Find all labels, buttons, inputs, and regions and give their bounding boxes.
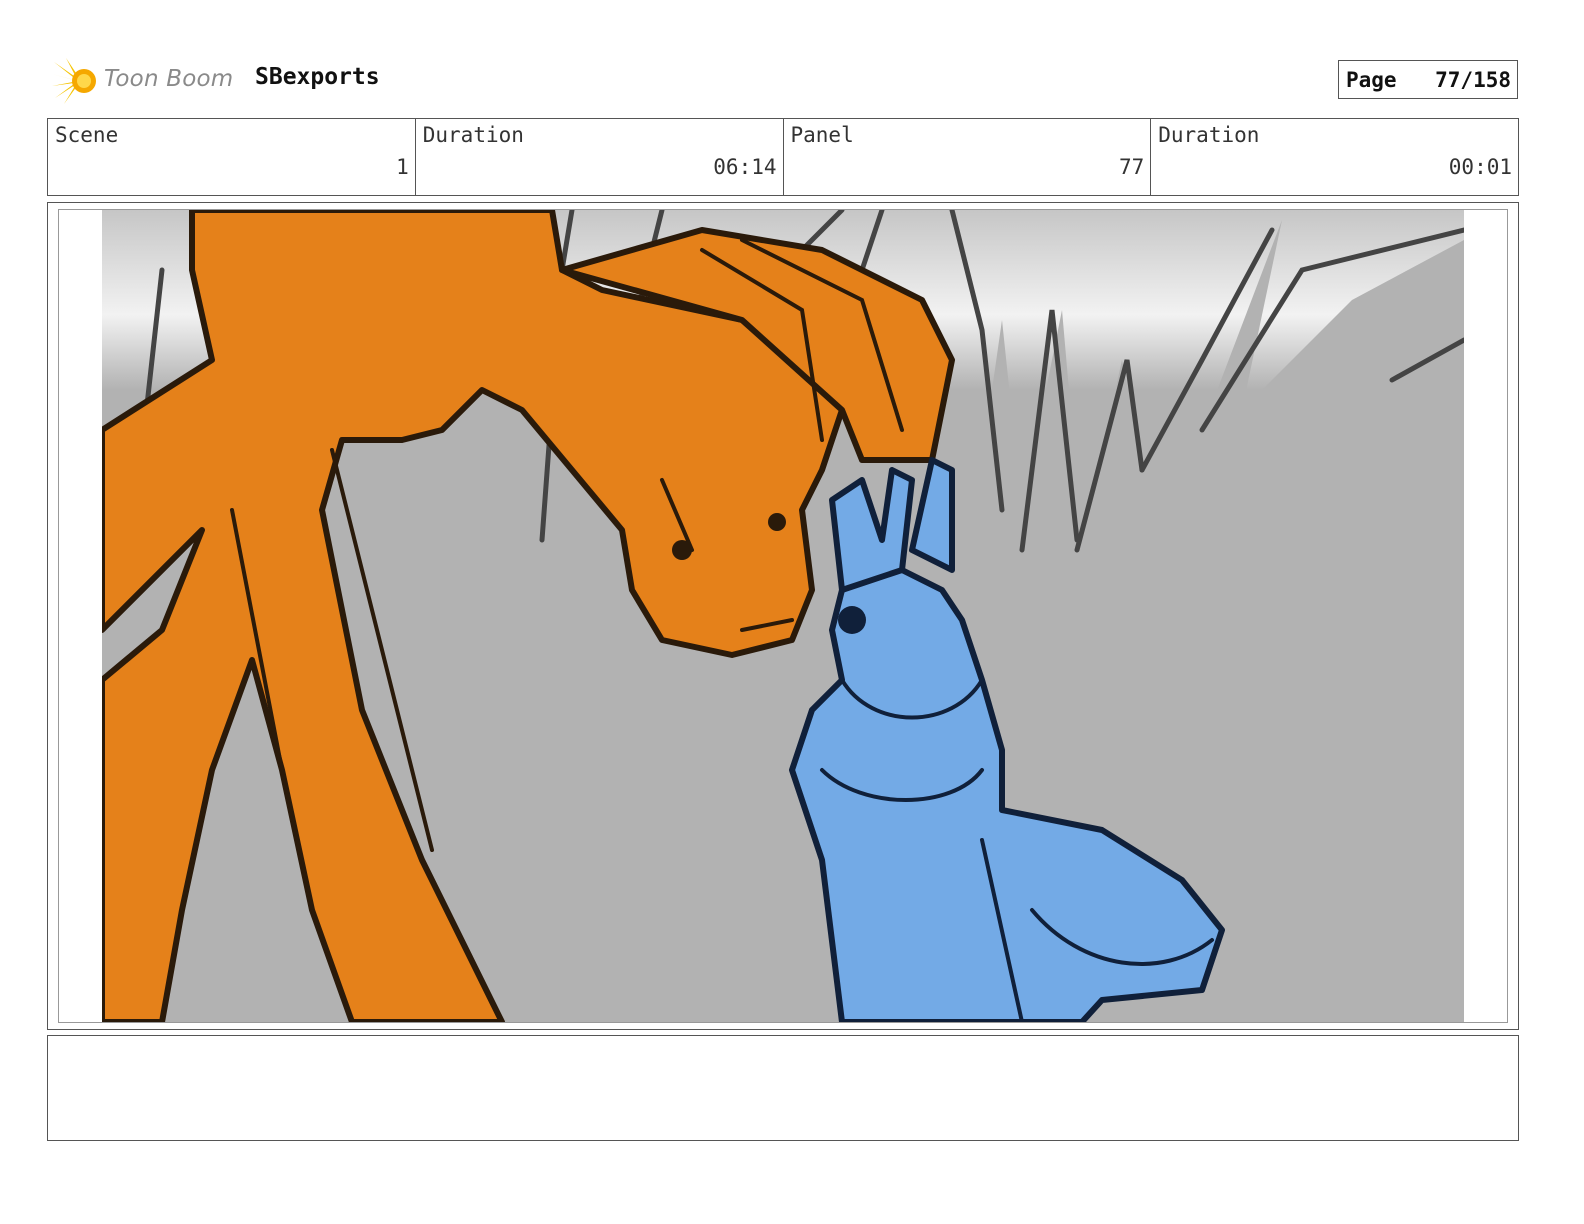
panel-duration-cell: Duration 00:01 bbox=[1151, 119, 1518, 195]
blue-eye bbox=[838, 606, 866, 634]
scene-duration-label: Duration bbox=[422, 123, 524, 147]
storyboard-sketch bbox=[102, 210, 1464, 1022]
scene-duration-cell: Duration 06:14 bbox=[416, 119, 784, 195]
panel-duration-value: 00:01 bbox=[1448, 155, 1512, 179]
orange-eye-right bbox=[768, 513, 786, 531]
storyboard-drawing bbox=[102, 210, 1464, 1022]
panel-info-row: Scene 1 Duration 06:14 Panel 77 Duration… bbox=[47, 118, 1519, 196]
orange-eye-left bbox=[672, 540, 692, 560]
scene-value: 1 bbox=[396, 155, 409, 179]
panel-value: 77 bbox=[1118, 155, 1145, 179]
panel-duration-label: Duration bbox=[1158, 123, 1260, 147]
panel-label: Panel bbox=[790, 123, 854, 147]
page-label: Page bbox=[1346, 67, 1397, 92]
scene-label: Scene bbox=[55, 123, 119, 147]
panel-notes bbox=[47, 1035, 1519, 1141]
brand-name: Toon Boom bbox=[104, 66, 234, 92]
page-value: 77/158 bbox=[1435, 67, 1511, 92]
scene-duration-value: 06:14 bbox=[713, 155, 777, 179]
panel-cell: Panel 77 bbox=[784, 119, 1152, 195]
project-name: SBexports bbox=[255, 64, 380, 90]
toon-boom-logo: Toon Boom bbox=[52, 56, 242, 106]
starburst-icon bbox=[52, 58, 96, 104]
page-indicator: Page 77/158 bbox=[1338, 60, 1518, 99]
scene-cell: Scene 1 bbox=[48, 119, 416, 195]
